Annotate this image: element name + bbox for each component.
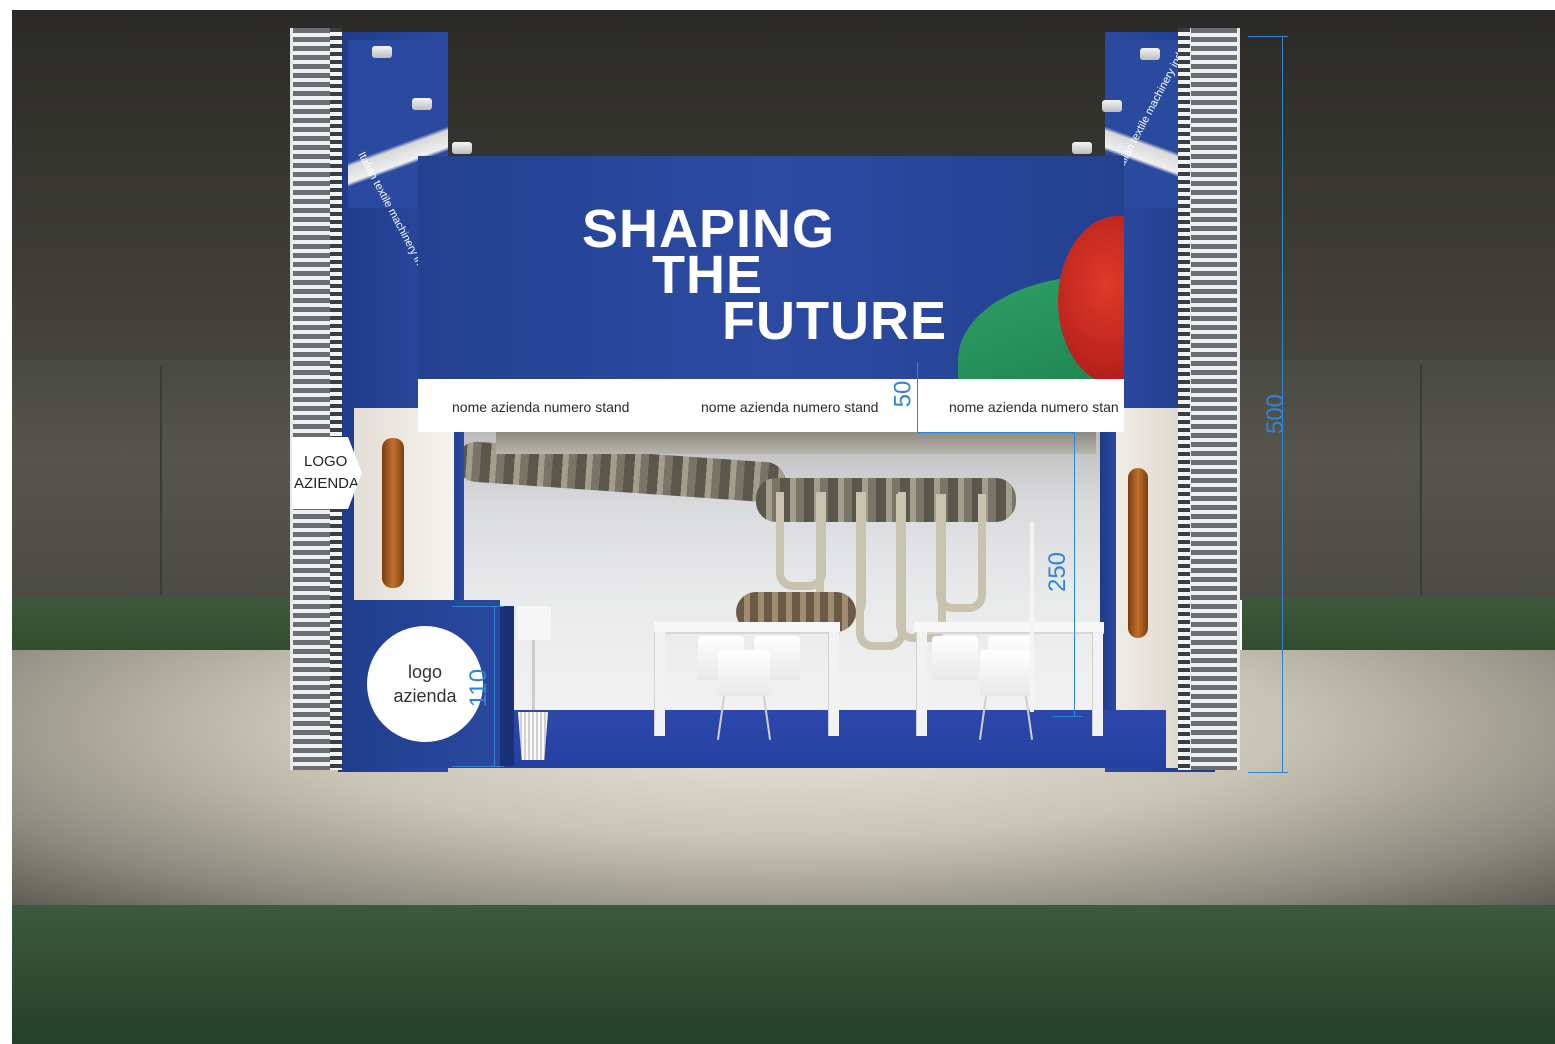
logo-sign-line-2: AZIENDA	[294, 475, 360, 492]
side-graphic-left	[354, 408, 454, 608]
dimension-counter-height: 110	[465, 668, 493, 708]
dimension-fascia-height: 50	[889, 380, 917, 408]
reception-counter-side	[500, 606, 514, 766]
counter-logo-line-1: logo	[407, 662, 443, 682]
dimension-tick	[452, 766, 504, 767]
slogan-line-3: FUTURE	[722, 291, 947, 351]
wall-seam	[1420, 365, 1422, 595]
spool-image	[382, 438, 404, 588]
truss-right-outer	[1188, 28, 1240, 770]
spotlight-icon	[1140, 48, 1160, 60]
table-leg	[654, 632, 665, 736]
table-top	[654, 622, 840, 634]
chair	[932, 636, 978, 680]
chair	[980, 650, 1032, 696]
table-leg	[916, 632, 927, 736]
hall-floor-dark	[12, 905, 1555, 1044]
spotlight-icon	[372, 46, 392, 58]
dimension-line-counter	[494, 606, 495, 766]
spotlight-icon	[412, 98, 432, 110]
logo-sign-line-1: LOGO	[304, 453, 348, 470]
chair	[718, 650, 770, 696]
dimension-line-inner	[1074, 432, 1075, 717]
spotlight-icon	[1072, 142, 1092, 154]
truss-left-inner	[330, 28, 342, 770]
dimension-tick	[1248, 36, 1288, 37]
truss-right-inner	[1178, 28, 1190, 770]
counter-logo-line-2: azienda	[393, 686, 457, 706]
machine-frame	[496, 432, 1096, 454]
main-fascia: SHAPING THE FUTURE	[418, 156, 1124, 380]
bar-stool-leg	[532, 640, 535, 710]
dimension-tick	[452, 606, 504, 607]
dimension-tick	[1248, 772, 1288, 773]
wall-seam	[160, 365, 162, 595]
spool-image	[1128, 468, 1148, 638]
company-name-text: nome azienda numero stan	[949, 399, 1119, 415]
dimension-tick	[918, 432, 1074, 433]
dimension-tick	[1052, 716, 1082, 717]
waste-bin	[518, 712, 548, 760]
table-leg	[1092, 632, 1103, 736]
yarn-loop	[936, 494, 986, 612]
dimension-total-height: 500	[1262, 393, 1290, 435]
company-name-band: nome azienda numero stand nome azienda n…	[418, 379, 1124, 432]
dimension-inner-height: 250	[1044, 551, 1072, 593]
company-name-text: nome azienda numero stand	[452, 399, 630, 415]
coat-rack	[1030, 522, 1034, 712]
spotlight-icon	[452, 142, 472, 154]
table-top	[914, 622, 1104, 634]
bar-stool	[517, 606, 551, 640]
company-name-text: nome azienda numero stand	[701, 399, 879, 415]
logo-sign: LOGO AZIENDA	[292, 437, 362, 509]
floor-green-strip-left	[12, 598, 302, 658]
spotlight-icon	[1102, 100, 1122, 112]
booth-render: Italian textile machinery industry Itali…	[12, 10, 1555, 1044]
table-leg	[828, 632, 839, 736]
floor-green-strip-right	[1242, 598, 1555, 658]
